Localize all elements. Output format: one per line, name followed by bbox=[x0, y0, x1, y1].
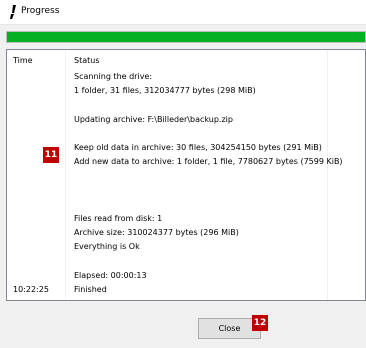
app-icon bbox=[10, 5, 16, 19]
log-header: Time Status bbox=[7, 50, 365, 67]
log-row[interactable]: Scanning the drive: bbox=[7, 70, 365, 84]
log-status: Finished bbox=[74, 285, 107, 294]
log-row[interactable]: Files read from disk: 1 bbox=[7, 212, 365, 226]
log-row[interactable]: Add new data to archive: 1 folder, 1 fil… bbox=[7, 155, 365, 169]
log-row[interactable]: Archive size: 310024377 bytes (296 MiB) bbox=[7, 226, 365, 240]
log-status: Updating archive: F:\Billeder\backup.zip bbox=[74, 114, 233, 124]
log-row[interactable] bbox=[7, 184, 365, 198]
log-status: Files read from disk: 1 bbox=[74, 214, 163, 223]
log-row[interactable]: 1 folder, 31 files, 312034777 bytes (298… bbox=[7, 84, 365, 98]
progress-bar-fill bbox=[7, 32, 365, 42]
log-row[interactable] bbox=[7, 127, 365, 141]
log-time: 10:22:25 bbox=[13, 285, 49, 294]
log-row[interactable]: 10:22:25 Finished bbox=[7, 283, 365, 297]
column-header-status[interactable]: Status bbox=[74, 56, 100, 66]
log-status: Everything is Ok bbox=[74, 242, 140, 252]
log-status: Elapsed: 00:00:13 bbox=[74, 270, 147, 280]
log-row[interactable] bbox=[7, 198, 365, 212]
log-row[interactable]: Updating archive: F:\Billeder\backup.zip bbox=[7, 113, 365, 127]
log-status: Keep old data in archive: 30 files, 3042… bbox=[74, 143, 322, 152]
log-row[interactable] bbox=[7, 98, 365, 112]
log-row[interactable]: Everything is Ok bbox=[7, 240, 365, 254]
window-title: Progress bbox=[21, 6, 60, 16]
progress-bar bbox=[6, 31, 366, 43]
log-row[interactable] bbox=[7, 255, 365, 269]
log-status: Add new data to archive: 1 folder, 1 fil… bbox=[74, 157, 343, 167]
log-status: Archive size: 310024377 bytes (296 MiB) bbox=[74, 228, 239, 238]
log-status: Scanning the drive: bbox=[74, 72, 153, 81]
title-bar: Progress bbox=[0, 0, 366, 25]
log-status: 1 folder, 31 files, 312034777 bytes (298… bbox=[74, 86, 256, 96]
column-header-time[interactable]: Time bbox=[13, 56, 33, 66]
annotation-badge: 12 bbox=[252, 315, 268, 331]
log-row[interactable] bbox=[7, 169, 365, 183]
log-row[interactable]: Elapsed: 00:00:13 bbox=[7, 269, 365, 283]
log-list[interactable]: Time Status Scanning the drive: 1 folder,… bbox=[6, 49, 366, 301]
log-row[interactable]: Keep old data in archive: 30 files, 3042… bbox=[7, 141, 365, 155]
annotation-badge: 11 bbox=[43, 147, 59, 163]
